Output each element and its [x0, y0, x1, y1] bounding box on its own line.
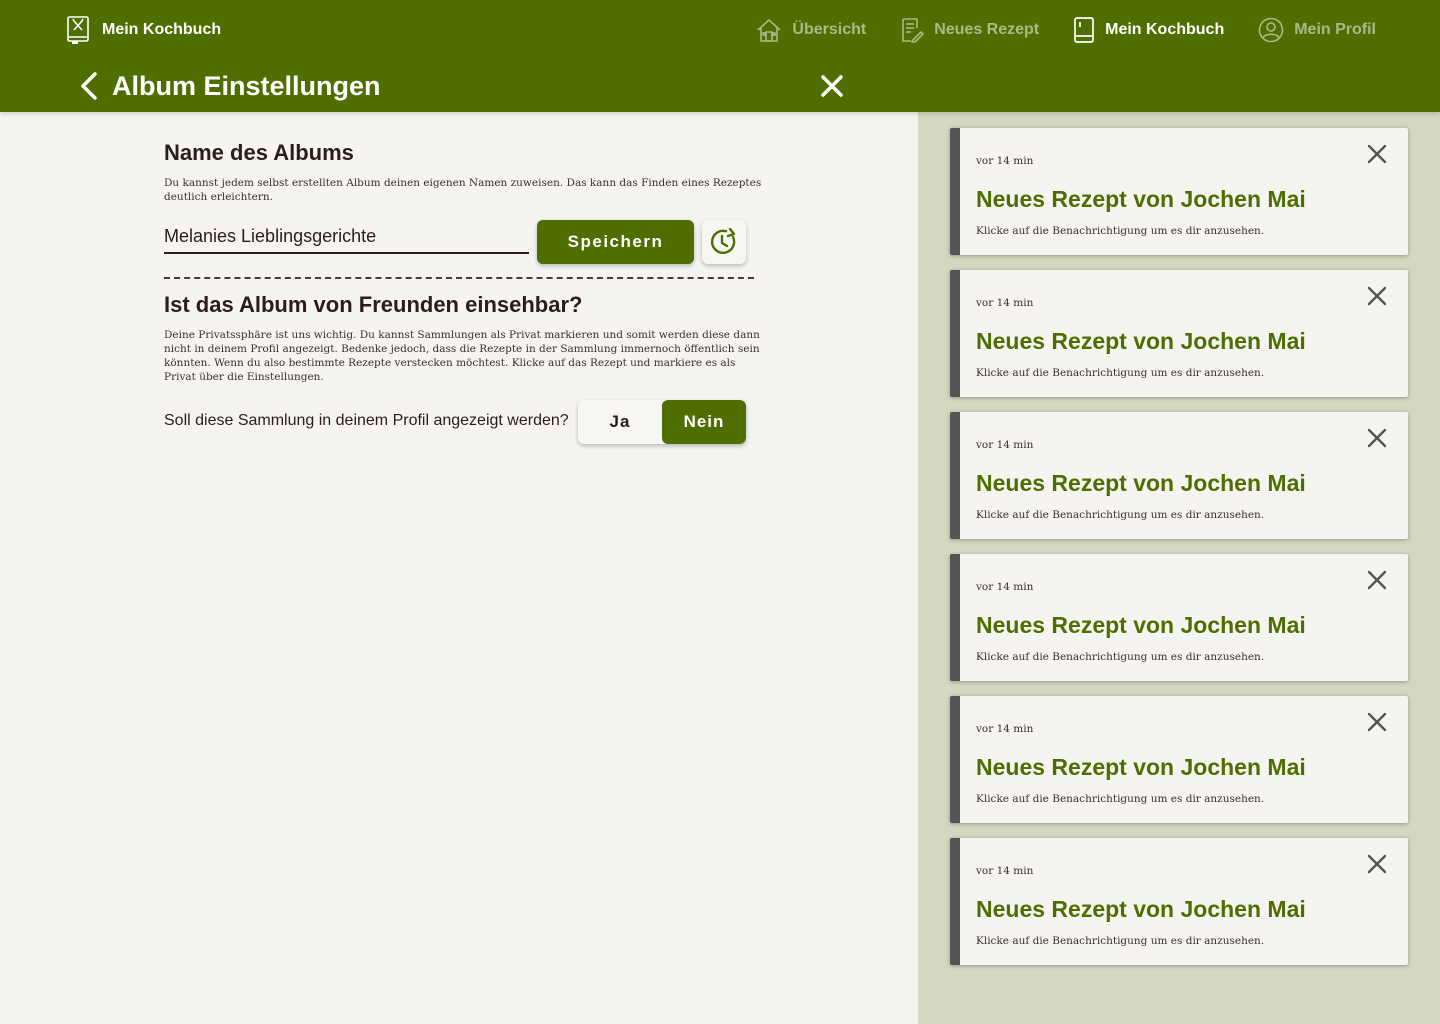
- album-name-heading: Name des Albums: [164, 140, 354, 165]
- cookbook-logo-icon: [67, 16, 89, 44]
- album-name-description: Du kannst jedem selbst erstellten Album …: [164, 177, 762, 203]
- nav-label: Übersicht: [792, 21, 867, 38]
- nav-item-mein-kochbuch[interactable]: Mein Kochbuch: [1073, 16, 1224, 44]
- toggle-option-ja[interactable]: Ja: [578, 400, 662, 444]
- notification-time: vor 14 min: [976, 439, 1034, 451]
- visibility-toggle: Ja Nein: [578, 400, 746, 444]
- visibility-description: Deine Privatssphäre ist uns wichtig. Du …: [164, 329, 760, 383]
- notification-text: Klicke auf die Benachrichtigung um es di…: [976, 793, 1265, 805]
- notification-text: Klicke auf die Benachrichtigung um es di…: [976, 935, 1265, 947]
- notifications-panel: vor 14 min Neues Rezept von Jochen Mai K…: [918, 112, 1440, 1024]
- close-icon[interactable]: [1366, 285, 1388, 307]
- user-circle-icon: [1258, 17, 1284, 43]
- brand[interactable]: Mein Kochbuch: [66, 14, 221, 46]
- notification-text: Klicke auf die Benachrichtigung um es di…: [976, 651, 1265, 663]
- nav-item-neues-rezept[interactable]: Neues Rezept: [900, 17, 1039, 43]
- notification-card[interactable]: vor 14 min Neues Rezept von Jochen Mai K…: [950, 128, 1408, 255]
- page-title: Album Einstellungen: [112, 71, 381, 101]
- nav-label: Neues Rezept: [934, 21, 1040, 38]
- nav-label: Mein Profil: [1294, 21, 1376, 38]
- close-icon[interactable]: [1366, 711, 1388, 733]
- brand-label: Mein Kochbuch: [102, 21, 222, 38]
- save-button[interactable]: Speichern: [537, 220, 694, 264]
- reset-button[interactable]: [702, 220, 746, 264]
- notification-text: Klicke auf die Benachrichtigung um es di…: [976, 509, 1265, 521]
- notification-text: Klicke auf die Benachrichtigung um es di…: [976, 225, 1265, 237]
- section-divider: [164, 277, 754, 279]
- visibility-question: Soll diese Sammlung in deinem Profil ang…: [164, 412, 569, 429]
- notification-title: Neues Rezept von Jochen Mai: [976, 612, 1306, 638]
- history-reset-icon: [710, 227, 736, 254]
- notification-time: vor 14 min: [976, 155, 1034, 167]
- close-icon[interactable]: [818, 72, 846, 100]
- nav-label: Mein Kochbuch: [1105, 21, 1225, 38]
- notification-card[interactable]: vor 14 min Neues Rezept von Jochen Mai K…: [950, 270, 1408, 397]
- main-nav: Übersicht Neues Rezept Mein Kochbuch Mei…: [756, 14, 1376, 46]
- close-icon[interactable]: [1366, 427, 1388, 449]
- notification-title: Neues Rezept von Jochen Mai: [976, 328, 1306, 354]
- notification-title: Neues Rezept von Jochen Mai: [976, 754, 1306, 780]
- close-icon[interactable]: [1366, 143, 1388, 165]
- house-icon: [757, 19, 781, 42]
- note-pencil-icon: [902, 18, 924, 43]
- nav-item-mein-profil[interactable]: Mein Profil: [1258, 17, 1376, 43]
- notification-time: vor 14 min: [976, 297, 1034, 309]
- notification-card[interactable]: vor 14 min Neues Rezept von Jochen Mai K…: [950, 696, 1408, 823]
- notification-text: Klicke auf die Benachrichtigung um es di…: [976, 367, 1265, 379]
- notification-title: Neues Rezept von Jochen Mai: [976, 470, 1306, 496]
- notification-card[interactable]: vor 14 min Neues Rezept von Jochen Mai K…: [950, 554, 1408, 681]
- toggle-option-nein[interactable]: Nein: [662, 400, 746, 444]
- back-chevron-icon[interactable]: [78, 70, 100, 102]
- book-icon: [1074, 17, 1094, 43]
- close-icon[interactable]: [1366, 853, 1388, 875]
- notification-card[interactable]: vor 14 min Neues Rezept von Jochen Mai K…: [950, 838, 1408, 965]
- app-header: Mein Kochbuch Übersicht Neues Rezept Mei…: [0, 0, 1440, 112]
- close-icon[interactable]: [1366, 569, 1388, 591]
- nav-item-uebersicht[interactable]: Übersicht: [756, 17, 866, 43]
- notification-title: Neues Rezept von Jochen Mai: [976, 896, 1306, 922]
- notification-title: Neues Rezept von Jochen Mai: [976, 186, 1306, 212]
- album-name-input[interactable]: [164, 224, 529, 254]
- visibility-heading: Ist das Album von Freunden einsehbar?: [164, 292, 583, 317]
- notification-time: vor 14 min: [976, 865, 1034, 877]
- notification-time: vor 14 min: [976, 581, 1034, 593]
- notification-time: vor 14 min: [976, 723, 1034, 735]
- notification-card[interactable]: vor 14 min Neues Rezept von Jochen Mai K…: [950, 412, 1408, 539]
